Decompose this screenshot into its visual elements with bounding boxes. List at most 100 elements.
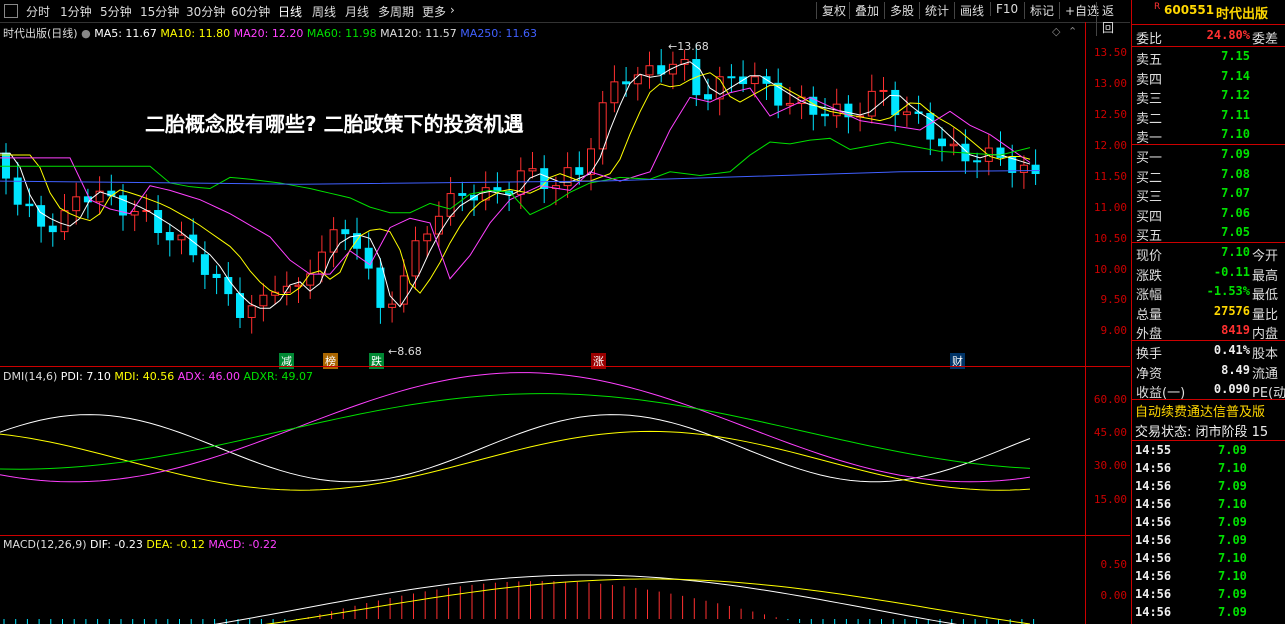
bid-row[interactable]: 买二 7.08: [1132, 166, 1285, 186]
ma60-line: [0, 137, 1031, 216]
ask-row[interactable]: 卖四 7.14: [1132, 68, 1285, 88]
dmi-tick: 15.00: [1093, 493, 1127, 506]
bid-row[interactable]: 买一 7.09: [1132, 146, 1285, 166]
overlay-button[interactable]: 叠加: [849, 2, 884, 19]
low-value: 8.68: [397, 345, 422, 358]
stat-row[interactable]: 换手 0.41% 股本: [1132, 342, 1285, 362]
row-value: 27576: [1213, 303, 1250, 318]
f10-button[interactable]: F10: [990, 2, 1023, 16]
macd-tick: 0.00: [1100, 589, 1128, 602]
row-value: 7.10: [1221, 245, 1250, 259]
tick-price: 7.09: [1218, 533, 1247, 547]
candle-body: [411, 240, 420, 277]
row-label-2: 今开: [1252, 249, 1279, 264]
tick-price: 7.09: [1218, 443, 1247, 457]
tab-monthly[interactable]: 月线: [345, 3, 369, 20]
stat-row[interactable]: 现价 7.10 今开: [1132, 244, 1285, 264]
tick-price: 7.09: [1218, 587, 1247, 601]
stat-row[interactable]: 总量 27576 量比: [1132, 303, 1285, 323]
stat-row[interactable]: 涨幅 -1.53% 最低: [1132, 283, 1285, 303]
divider: [1132, 440, 1285, 441]
tick-price: 7.10: [1218, 569, 1247, 583]
menu-grid-icon[interactable]: [4, 4, 18, 18]
bid-row[interactable]: 买五 7.05: [1132, 224, 1285, 244]
candle-body: [306, 273, 315, 286]
candle-body: [154, 210, 163, 234]
row-value: 7.10: [1221, 127, 1250, 141]
candle-body: [645, 65, 654, 76]
stock-code: 600551: [1164, 3, 1215, 17]
ask-row[interactable]: 卖三 7.12: [1132, 87, 1285, 107]
multi-stock-button[interactable]: 多股: [884, 2, 919, 19]
tab-fenshi[interactable]: 分时: [26, 3, 50, 20]
ask-row[interactable]: 卖二 7.11: [1132, 107, 1285, 127]
statistics-button[interactable]: 统计: [919, 2, 954, 19]
dmi-tick: 60.00: [1093, 393, 1127, 406]
candle-body: [727, 76, 736, 79]
price-tick: 10.00: [1093, 263, 1127, 276]
tick-time: 14:56: [1135, 587, 1172, 601]
row-value: -1.53%: [1206, 284, 1250, 298]
candle-body: [821, 113, 829, 117]
tab-more[interactable]: 更多: [422, 3, 446, 20]
dmi-tick: 30.00: [1093, 459, 1127, 472]
price-tick: 9.00: [1100, 324, 1128, 337]
row-label: 涨跌: [1136, 268, 1163, 284]
price-tick: 11.00: [1093, 201, 1127, 214]
macd-chart[interactable]: [0, 536, 1085, 624]
chart-area[interactable]: 时代出版(日线) ● MA5: 11.67 MA10: 11.80 MA20: …: [0, 22, 1130, 624]
row-label: 卖四: [1136, 72, 1163, 88]
fuquan-button[interactable]: 复权: [816, 2, 851, 19]
price-tick: 12.00: [1093, 139, 1127, 152]
tick-time: 14:55: [1135, 443, 1172, 457]
candle-body: [575, 167, 584, 175]
ask-row[interactable]: 卖一 7.10: [1132, 126, 1285, 146]
row-label: 买四: [1136, 209, 1163, 225]
tick-price: 7.09: [1218, 515, 1247, 529]
tab-60min[interactable]: 60分钟: [231, 3, 270, 20]
row-label: 卖五: [1136, 53, 1163, 68]
stat-row[interactable]: 外盘 8419 内盘: [1132, 322, 1285, 342]
stat-row[interactable]: 收益(一) 0.090 PE(动: [1132, 381, 1285, 401]
tick-time: 14:56: [1135, 551, 1172, 565]
row-label-2: 股本: [1252, 347, 1279, 362]
candlestick-chart[interactable]: [0, 22, 1085, 366]
tab-5min[interactable]: 5分钟: [100, 3, 132, 20]
row-label-2: 最高: [1252, 268, 1279, 284]
row-value: 8419: [1221, 323, 1250, 337]
row-label: 总量: [1136, 307, 1163, 323]
ask-row[interactable]: 卖五 7.15: [1132, 48, 1285, 68]
divider: [1132, 340, 1285, 341]
tab-30min[interactable]: 30分钟: [186, 3, 225, 20]
tab-daily[interactable]: 日线: [278, 3, 302, 20]
candle-body: [72, 196, 81, 212]
stat-row[interactable]: 涨跌 -0.11 最高: [1132, 264, 1285, 284]
candle-body: [60, 210, 69, 233]
tab-weekly[interactable]: 周线: [312, 3, 336, 20]
tab-1min[interactable]: 1分钟: [60, 3, 92, 20]
tick-time: 14:56: [1135, 605, 1172, 619]
tab-multi-period[interactable]: 多周期: [378, 3, 414, 20]
candle-body: [949, 143, 958, 147]
candle-body: [25, 203, 34, 207]
period-toolbar: 分时 1分钟 5分钟 15分钟 30分钟 60分钟 日线 周线 月线 多周期 更…: [0, 0, 1130, 36]
bid-row[interactable]: 买四 7.06: [1132, 205, 1285, 225]
bid-row[interactable]: 买三 7.07: [1132, 185, 1285, 205]
tick-price: 7.10: [1218, 551, 1247, 565]
candle-body: [902, 111, 911, 116]
candle-body: [259, 294, 268, 307]
tab-15min[interactable]: 15分钟: [140, 3, 179, 20]
candle-body: [610, 81, 619, 104]
draw-line-button[interactable]: 画线: [954, 2, 989, 19]
notice-text[interactable]: 自动续费通达信普及版: [1135, 401, 1285, 420]
mark-button[interactable]: 标记: [1024, 2, 1059, 19]
row-value: 7.12: [1221, 88, 1250, 102]
stock-name: 时代出版: [1216, 7, 1269, 22]
tick-row: 14:56 7.10: [1132, 568, 1285, 586]
macd-tick: 0.50: [1100, 558, 1128, 571]
price-axis: 13.50 13.00 12.50 12.00 11.50 11.00 10.5…: [1085, 22, 1131, 366]
chevron-right-icon[interactable]: ›: [450, 3, 455, 17]
row-value: 7.07: [1221, 186, 1250, 200]
stat-row[interactable]: 净资 8.49 流通: [1132, 362, 1285, 382]
dmi-chart[interactable]: [0, 367, 1085, 535]
